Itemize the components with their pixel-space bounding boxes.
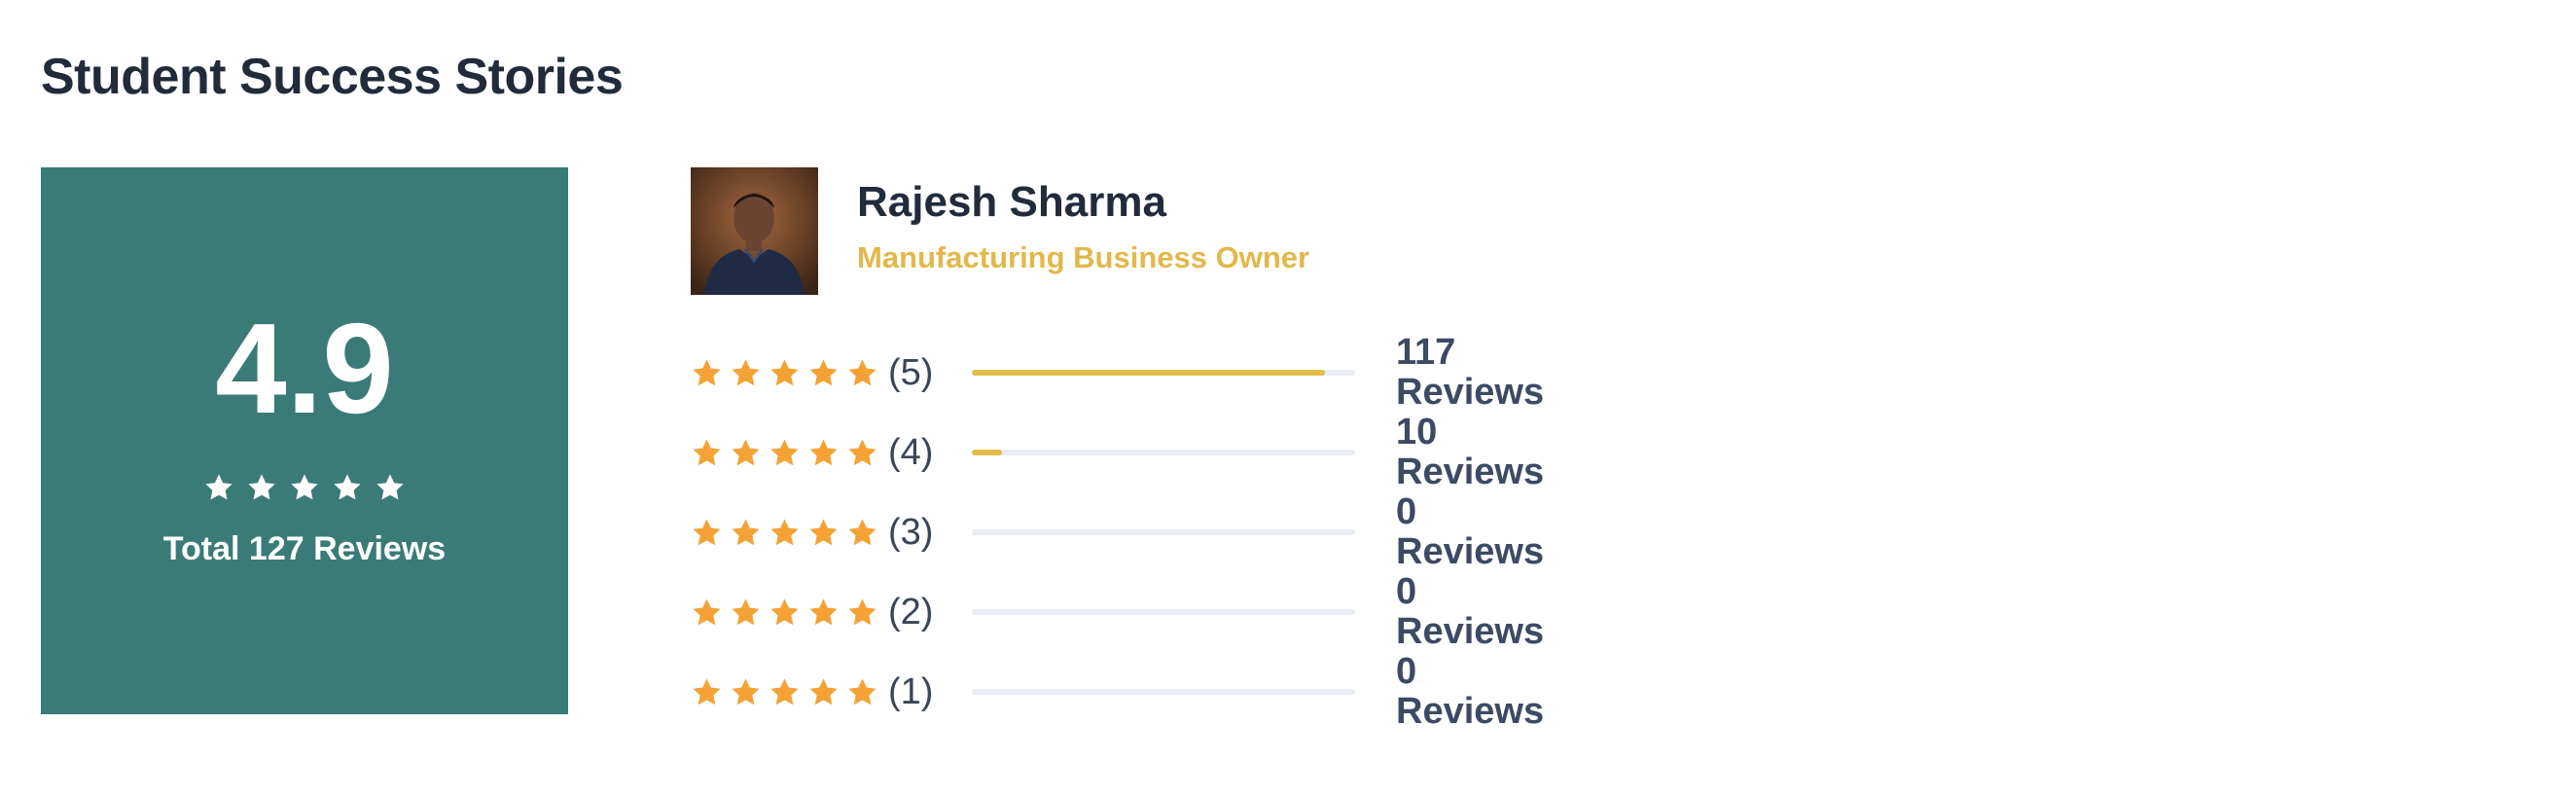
reviewer-name: Rajesh Sharma — [857, 178, 1166, 226]
star-icon — [732, 677, 760, 705]
star-icon — [770, 597, 799, 625]
average-rating: 4.9 — [215, 296, 394, 440]
review-count-unit: Reviews — [1396, 611, 1545, 652]
star-icon — [848, 438, 877, 465]
rating-row: (3) 0 Reviews — [691, 492, 1561, 572]
reviewer-profile: Rajesh Sharma Manufacturing Business Own… — [691, 167, 1309, 295]
rating-level-label: (2) — [888, 591, 934, 633]
star-icon — [693, 358, 721, 385]
review-count-unit: Reviews — [1396, 452, 1545, 492]
review-count: 10 Reviews — [1396, 413, 1561, 492]
rating-bar-track — [972, 529, 1355, 535]
review-count: 0 Reviews — [1396, 652, 1561, 732]
star-icon — [693, 438, 721, 465]
rating-level-label: (5) — [888, 351, 934, 393]
rating-row: (4) 10 Reviews — [691, 413, 1561, 492]
page-title: Student Success Stories — [41, 49, 624, 105]
star-icon — [770, 677, 799, 705]
total-reviews-label: Total 127 Reviews — [162, 529, 447, 567]
row-stars — [691, 437, 878, 469]
row-stars — [691, 517, 878, 549]
rating-bar-track — [972, 450, 1355, 455]
star-icon — [809, 518, 838, 545]
review-count-number: 0 — [1396, 571, 1417, 612]
star-icon — [693, 597, 721, 625]
star-icon — [291, 473, 318, 499]
review-count: 0 Reviews — [1396, 492, 1561, 572]
review-count-number: 0 — [1396, 491, 1417, 532]
row-stars — [691, 357, 878, 389]
rating-bar-track — [972, 609, 1355, 615]
rating-summary-card: 4.9 Total 127 Reviews — [41, 167, 568, 714]
summary-stars — [203, 472, 406, 503]
reviewer-role: Manufacturing Business Owner — [857, 239, 1310, 274]
star-icon — [809, 438, 838, 465]
review-count: 117 Reviews — [1396, 333, 1561, 413]
rating-level-label: (4) — [888, 431, 934, 473]
review-count-unit: Reviews — [1396, 372, 1545, 413]
review-count-number: 117 — [1396, 332, 1456, 373]
rating-bar-fill — [972, 450, 1003, 455]
star-icon — [809, 677, 838, 705]
star-icon — [693, 518, 721, 545]
review-count-unit: Reviews — [1396, 531, 1545, 572]
review-count-number: 10 — [1396, 412, 1438, 452]
rating-row: (2) 0 Reviews — [691, 572, 1561, 652]
rating-level-label: (1) — [888, 670, 934, 712]
star-icon — [809, 358, 838, 385]
star-icon — [334, 473, 361, 499]
rating-bar-fill — [972, 370, 1325, 376]
star-icon — [732, 438, 760, 465]
star-icon — [770, 358, 799, 385]
star-icon — [848, 677, 877, 705]
rating-level-label: (3) — [888, 511, 934, 553]
star-icon — [770, 438, 799, 465]
review-count-number: 0 — [1396, 651, 1417, 692]
review-count: 0 Reviews — [1396, 572, 1561, 652]
star-icon — [770, 518, 799, 545]
star-icon — [848, 358, 877, 385]
star-icon — [732, 358, 760, 385]
star-icon — [848, 518, 877, 545]
star-icon — [205, 473, 233, 499]
review-count-unit: Reviews — [1396, 691, 1545, 732]
star-icon — [809, 597, 838, 625]
star-icon — [248, 473, 275, 499]
star-icon — [732, 597, 760, 625]
star-icon — [732, 518, 760, 545]
rating-bar-track — [972, 370, 1355, 376]
star-icon — [693, 677, 721, 705]
rating-breakdown: (5) 117 Reviews (4) 10 Reviews (3) 0 Reviews (2) 0… — [691, 333, 1561, 732]
star-icon — [848, 597, 877, 625]
rating-row: (1) 0 Reviews — [691, 652, 1561, 732]
rating-bar-track — [972, 689, 1355, 695]
star-icon — [376, 473, 404, 499]
row-stars — [691, 676, 878, 708]
row-stars — [691, 597, 878, 629]
rating-row: (5) 117 Reviews — [691, 333, 1561, 413]
avatar — [691, 167, 818, 295]
